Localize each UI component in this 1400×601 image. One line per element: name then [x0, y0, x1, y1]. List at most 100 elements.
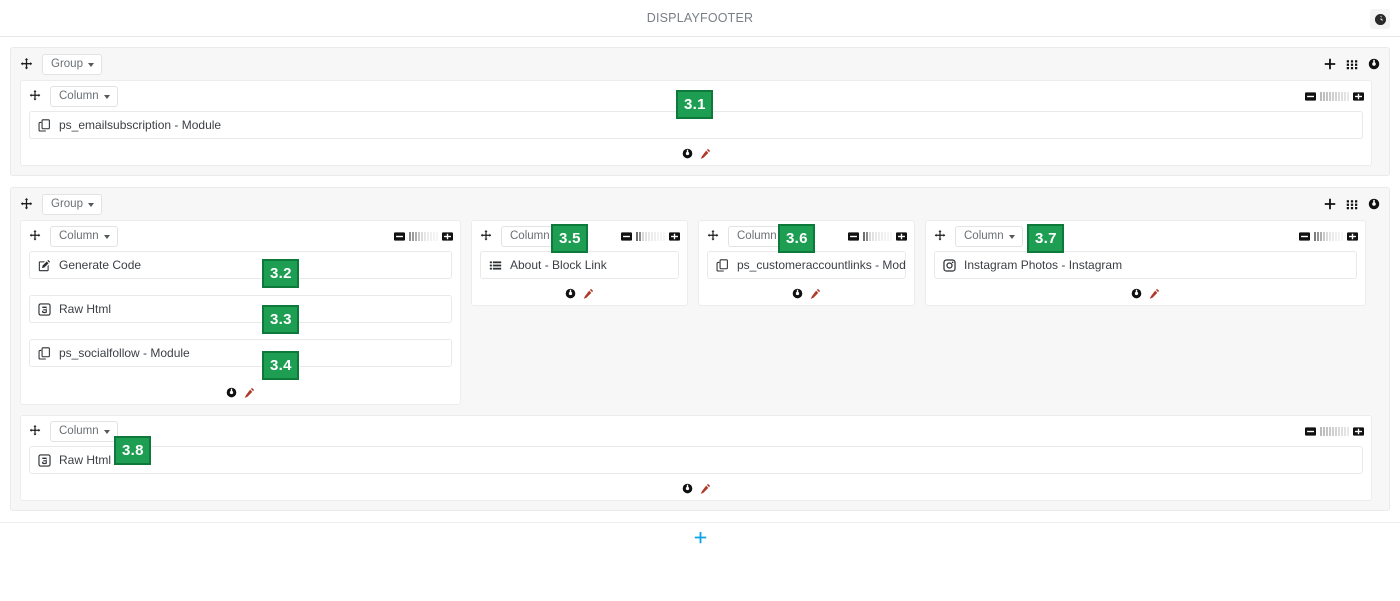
column-settings-gear-icon[interactable]	[1131, 288, 1142, 299]
module-row[interactable]: About - Block Link	[480, 251, 679, 279]
group-type-dropdown[interactable]: Group	[42, 53, 102, 75]
increase-width-button[interactable]	[1353, 426, 1364, 437]
column-width-icon	[1320, 426, 1349, 436]
layout-settings-button[interactable]	[1370, 9, 1390, 29]
decrease-width-button[interactable]	[1305, 426, 1316, 437]
column-rows: ps_emailsubscription - Module	[21, 111, 1371, 139]
increase-width-button[interactable]	[442, 231, 453, 242]
column-width-icon	[1314, 231, 1343, 241]
move-icon[interactable]	[20, 57, 33, 71]
column-settings-gear-icon[interactable]	[792, 288, 803, 299]
column-header: Column	[472, 221, 687, 251]
theme-layout-editor: DISPLAYFOOTER Group Column ps_emailsubsc…	[0, 0, 1400, 601]
column-settings-gear-icon[interactable]	[565, 288, 576, 299]
move-icon[interactable]	[480, 230, 492, 242]
column-type-dropdown[interactable]: Column	[50, 85, 118, 107]
pencil-icon[interactable]	[810, 288, 821, 299]
pencil-icon[interactable]	[1149, 288, 1160, 299]
chevron-down-icon	[87, 202, 94, 207]
group-type-label: Group	[51, 57, 83, 70]
grid-icon[interactable]	[1346, 58, 1358, 70]
html5-icon	[38, 302, 51, 316]
column-type-dropdown[interactable]: Column	[50, 225, 118, 247]
decrease-width-button[interactable]	[1305, 91, 1316, 102]
column-type-label: Column	[964, 229, 1004, 242]
pencil-icon[interactable]	[700, 148, 711, 159]
layout-group: Group	[10, 47, 1390, 176]
decrease-width-button[interactable]	[621, 231, 632, 242]
decrease-width-button[interactable]	[848, 231, 859, 242]
move-icon[interactable]	[29, 425, 41, 437]
module-row-label: About - Block Link	[510, 258, 607, 272]
module-row-label: Generate Code	[59, 258, 142, 272]
column-type-label: Column	[59, 424, 99, 437]
copy-icon	[38, 118, 51, 132]
grid-icon[interactable]	[1346, 198, 1358, 210]
increase-width-button[interactable]	[1353, 91, 1364, 102]
copy-icon	[38, 346, 51, 360]
column-rows: Generate Code Raw Html ps_socialfollow -…	[21, 251, 460, 367]
column-settings-gear-icon[interactable]	[682, 148, 693, 159]
chevron-down-icon	[103, 94, 110, 99]
add-group-bar	[0, 522, 1400, 552]
module-row[interactable]: Raw Html	[29, 295, 452, 323]
module-row[interactable]: Raw Html	[29, 446, 1363, 474]
column-settings-gear-icon[interactable]	[682, 483, 693, 494]
module-row-label: Raw Html	[59, 453, 112, 467]
module-row-label: Instagram Photos - Instagram	[964, 258, 1123, 272]
plus-icon[interactable]	[694, 531, 707, 544]
increase-width-button[interactable]	[669, 231, 680, 242]
column-rows: Instagram Photos - Instagram	[926, 251, 1365, 279]
add-column-button[interactable]	[1324, 58, 1336, 70]
chevron-down-icon	[1008, 234, 1015, 239]
module-row-label: ps_emailsubscription - Module	[59, 118, 222, 132]
gear-icon	[1374, 13, 1386, 25]
group-settings-gear-icon[interactable]	[1368, 198, 1380, 210]
pencil-square-icon	[38, 259, 51, 272]
move-icon[interactable]	[29, 90, 41, 102]
layout-column: Column	[20, 220, 461, 405]
chevron-down-icon	[103, 234, 110, 239]
column-settings-gear-icon[interactable]	[226, 387, 237, 398]
move-icon[interactable]	[934, 230, 946, 242]
layout-column: Column	[20, 415, 1372, 501]
column-type-dropdown[interactable]: Column	[501, 225, 569, 247]
column-type-label: Column	[510, 229, 550, 242]
increase-width-button[interactable]	[1347, 231, 1358, 242]
page-header: DISPLAYFOOTER	[0, 0, 1400, 37]
column-footer	[926, 279, 1365, 299]
module-row[interactable]: ps_emailsubscription - Module	[29, 111, 1363, 139]
pencil-icon[interactable]	[583, 288, 594, 299]
column-rows: Raw Html	[21, 446, 1371, 474]
layout-column: Column	[925, 220, 1366, 306]
group-header: Group	[11, 48, 1389, 80]
pencil-icon[interactable]	[700, 483, 711, 494]
move-icon[interactable]	[707, 230, 719, 242]
move-icon[interactable]	[20, 197, 33, 211]
group-type-dropdown[interactable]: Group	[42, 193, 102, 215]
module-row-label: ps_customeraccountlinks - Module	[737, 258, 906, 272]
column-type-dropdown[interactable]: Column	[728, 225, 796, 247]
group-body: Column	[11, 80, 1389, 175]
column-width-icon	[1320, 91, 1349, 101]
column-footer	[21, 139, 1371, 159]
module-row[interactable]: Instagram Photos - Instagram	[934, 251, 1357, 279]
add-column-button[interactable]	[1324, 198, 1336, 210]
column-header: Column	[21, 221, 460, 251]
column-type-dropdown[interactable]: Column	[955, 225, 1023, 247]
layout-group: Group	[10, 187, 1390, 511]
increase-width-button[interactable]	[896, 231, 907, 242]
pencil-icon[interactable]	[244, 387, 255, 398]
module-row[interactable]: Generate Code	[29, 251, 452, 279]
module-row[interactable]: ps_customeraccountlinks - Module	[707, 251, 906, 279]
decrease-width-button[interactable]	[394, 231, 405, 242]
decrease-width-button[interactable]	[1299, 231, 1310, 242]
page-title: DISPLAYFOOTER	[646, 11, 754, 25]
column-header: Column	[926, 221, 1365, 251]
column-type-dropdown[interactable]: Column	[50, 420, 118, 442]
chevron-down-icon	[781, 234, 788, 239]
module-row[interactable]: ps_socialfollow - Module	[29, 339, 452, 367]
column-footer	[21, 474, 1371, 494]
group-settings-gear-icon[interactable]	[1368, 58, 1380, 70]
move-icon[interactable]	[29, 230, 41, 242]
